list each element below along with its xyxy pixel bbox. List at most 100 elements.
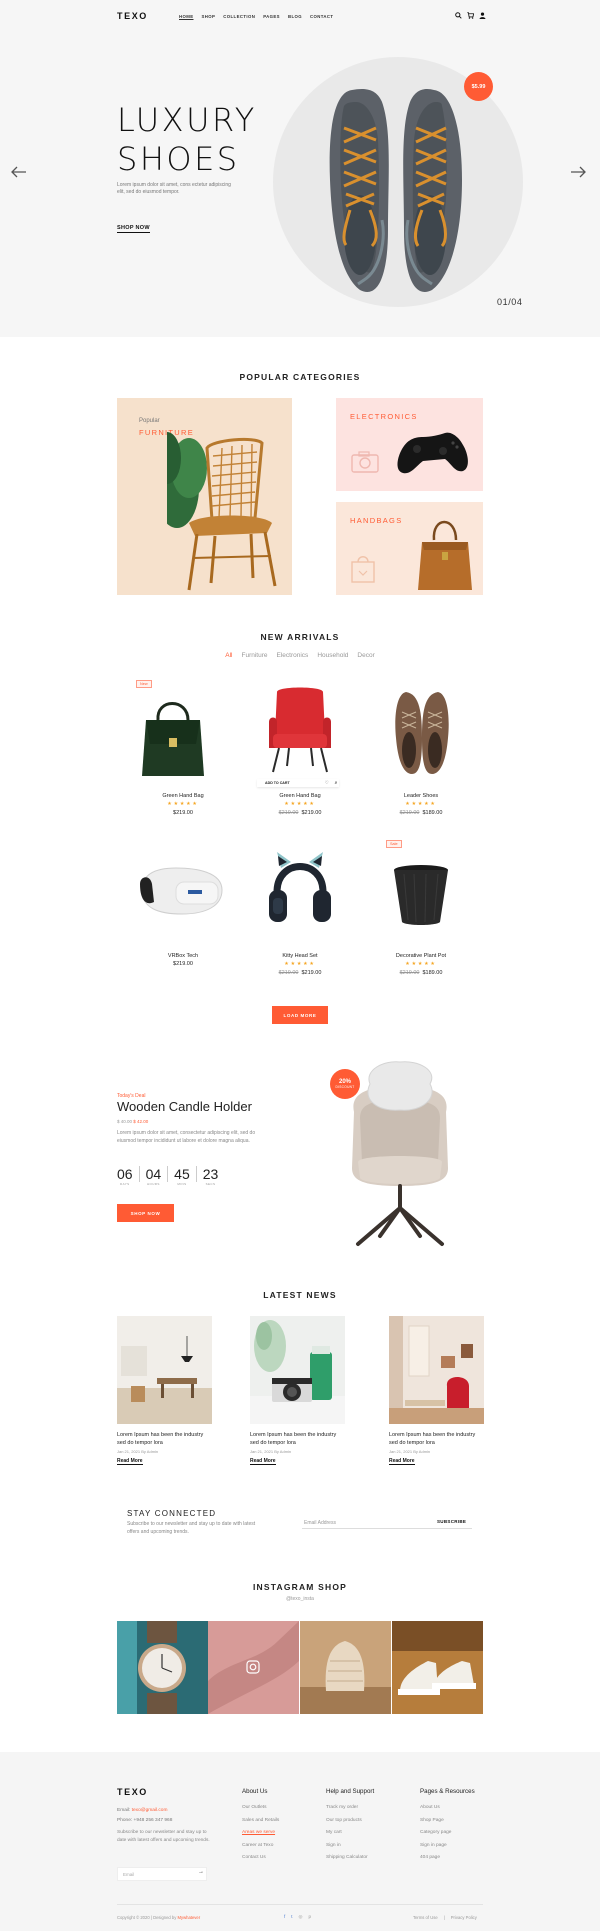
footer-link[interactable]: Career at Texo — [242, 1843, 279, 1856]
filter-household[interactable]: Household — [317, 652, 348, 659]
user-icon[interactable] — [479, 12, 486, 19]
news-card[interactable]: Lorem Ipsum has been the industry sed do… — [117, 1316, 212, 1465]
news-read-more-link[interactable]: Read More — [389, 1458, 415, 1465]
footer-link[interactable]: Sales and Retails — [242, 1818, 279, 1831]
camera-outline-icon — [351, 451, 379, 473]
footer-divider — [117, 1904, 483, 1905]
subscribe-button[interactable]: SUBSCRIBE — [437, 1519, 466, 1524]
footer-link[interactable]: Shipping Calculator — [326, 1855, 374, 1868]
privacy-link[interactable]: Privacy Policy — [451, 1915, 477, 1920]
product-current-price: $219.00 — [301, 970, 322, 976]
add-to-cart-button[interactable]: ADD TO CART — [265, 781, 290, 785]
terms-link[interactable]: Terms of Use — [413, 1915, 438, 1920]
product-card[interactable]: Green Hand Bag ★★★★★ $219.00 $219.00 — [241, 680, 359, 816]
instagram-handle[interactable]: @texo_insta — [0, 1596, 600, 1602]
filter-decor[interactable]: Decor — [357, 652, 374, 659]
product-card[interactable]: Kitty Head Set ★★★★★ $219.00 $219.00 — [241, 840, 359, 976]
nav-contact[interactable]: CONTACT — [310, 14, 334, 19]
product-name[interactable]: VRBox Tech — [124, 953, 242, 959]
logo[interactable]: TEXO — [117, 11, 148, 21]
news-image-interior[interactable] — [117, 1316, 212, 1424]
deal-title[interactable]: Wooden Candle Holder — [117, 1099, 252, 1114]
nav-home[interactable]: HOME — [179, 14, 194, 19]
footer-link[interactable]: Areas we serve — [242, 1830, 279, 1843]
product-card[interactable]: Sale Decorative Plant Pot ★★★★★ $219.00 $… — [362, 840, 480, 976]
facebook-icon[interactable]: f — [284, 1914, 285, 1920]
instagram-photo-sneakers-pink[interactable] — [208, 1621, 299, 1714]
product-card[interactable]: Leader Shoes ★★★★★ $219.00 $189.00 — [362, 680, 480, 816]
footer-link[interactable]: Category page — [420, 1830, 475, 1843]
news-image-living-room[interactable] — [389, 1316, 484, 1424]
footer-submit-arrow-icon[interactable]: → — [198, 1869, 204, 1875]
heart-icon[interactable]: ♡ — [325, 780, 329, 786]
deal-shop-now-button[interactable]: SHOP NOW — [117, 1204, 174, 1222]
footer-link[interactable]: 404 page — [420, 1855, 475, 1868]
category-electronics-card[interactable]: ELECTRONICS — [336, 398, 483, 491]
news-card[interactable]: Lorem Ipsum has been the industry sed do… — [389, 1316, 484, 1465]
footer-link[interactable]: Contact Us — [242, 1855, 279, 1868]
footer-link[interactable]: My cart — [326, 1830, 374, 1843]
news-card[interactable]: Lorem Ipsum has been the industry sed do… — [250, 1316, 345, 1465]
instagram-photo-sneakers[interactable] — [392, 1621, 483, 1714]
product-image-leader-shoes[interactable] — [362, 680, 480, 780]
footer-email-input[interactable]: Email — [117, 1867, 207, 1881]
nav-pages[interactable]: PAGES — [263, 14, 280, 19]
header: TEXO HOME SHOP COLLECTION PAGES BLOG CON… — [0, 0, 600, 34]
pinterest-icon[interactable]: p — [308, 1914, 311, 1920]
cart-icon[interactable] — [467, 12, 475, 19]
product-name[interactable]: Leader Shoes — [362, 793, 480, 799]
footer-link[interactable]: Our top products — [326, 1818, 374, 1831]
load-more-button[interactable]: LOAD MORE — [272, 1006, 328, 1024]
news-image-camera[interactable] — [250, 1316, 345, 1424]
footer-link[interactable]: About Us — [420, 1805, 475, 1818]
filter-electronics[interactable]: Electronics — [277, 652, 309, 659]
footer-link[interactable]: Shop Page — [420, 1818, 475, 1831]
product-name[interactable]: Green Hand Bag — [124, 793, 242, 799]
filter-furniture[interactable]: Furniture — [242, 652, 268, 659]
news-read-more-link[interactable]: Read More — [117, 1458, 143, 1465]
product-name[interactable]: Decorative Plant Pot — [362, 953, 480, 959]
category-handbags-card[interactable]: HANDBAGS — [336, 502, 483, 595]
instagram-icon[interactable]: ◎ — [299, 1914, 303, 1920]
product-name[interactable]: Kitty Head Set — [241, 953, 359, 959]
next-slide-arrow-icon[interactable] — [570, 165, 586, 179]
deal-new-price: $ 42.00 — [133, 1119, 149, 1124]
footer-link[interactable]: Sign in page — [420, 1843, 475, 1856]
nav-blog[interactable]: BLOG — [288, 14, 302, 19]
product-card[interactable]: VRBox Tech $219.00 — [124, 840, 242, 967]
product-image-vr-headset[interactable] — [124, 840, 242, 940]
twitter-icon[interactable]: t — [291, 1914, 292, 1920]
filter-all[interactable]: All — [225, 652, 232, 659]
news-title[interactable]: Lorem Ipsum has been the industry sed do… — [250, 1431, 345, 1447]
nav-shop[interactable]: SHOP — [202, 14, 216, 19]
zoom-icon[interactable]: ⌕ — [335, 780, 338, 786]
footer-link[interactable]: Sign in — [326, 1843, 374, 1856]
footer-link[interactable]: Our Outlets — [242, 1805, 279, 1818]
product-card[interactable]: New Green Hand Bag ★★★★★ $219.00 — [124, 680, 242, 816]
product-image-plant-pot[interactable]: Sale — [362, 840, 480, 940]
news-read-more-link[interactable]: Read More — [250, 1458, 276, 1465]
instagram-photo-watch[interactable] — [117, 1621, 208, 1714]
footer-logo[interactable]: TEXO — [117, 1787, 148, 1797]
product-name[interactable]: Green Hand Bag — [241, 793, 359, 799]
product-image-green-bag[interactable]: New — [124, 680, 242, 780]
nav-collection[interactable]: COLLECTION — [223, 14, 255, 19]
hero-shop-now-link[interactable]: SHOP NOW — [117, 225, 150, 233]
news-meta: Jan 21, 2021 By Admin — [250, 1449, 292, 1454]
product-price: $219.00 $189.00 — [362, 970, 480, 976]
news-title[interactable]: Lorem Ipsum has been the industry sed do… — [117, 1431, 212, 1447]
legal-links: Terms of Use | Privacy Policy — [413, 1915, 477, 1920]
designer-link[interactable]: Mywhatever — [178, 1915, 201, 1920]
news-title[interactable]: Lorem Ipsum has been the industry sed do… — [389, 1431, 484, 1447]
product-image-kitty-headset[interactable] — [241, 840, 359, 940]
footer-email-link[interactable]: texo@gmail.com — [132, 1808, 168, 1813]
instagram-photo-ottoman[interactable] — [300, 1621, 391, 1714]
search-icon[interactable] — [455, 12, 462, 19]
footer-link[interactable]: Track my order — [326, 1805, 374, 1818]
category-furniture-card[interactable]: Popular FURNITURE — [117, 398, 292, 595]
countdown-hours: 04 HOURS — [146, 1166, 162, 1186]
product-price: $219.00 — [124, 961, 242, 967]
prev-slide-arrow-icon[interactable] — [11, 165, 27, 179]
header-icons — [455, 12, 486, 19]
product-image-red-chair[interactable] — [241, 680, 359, 780]
